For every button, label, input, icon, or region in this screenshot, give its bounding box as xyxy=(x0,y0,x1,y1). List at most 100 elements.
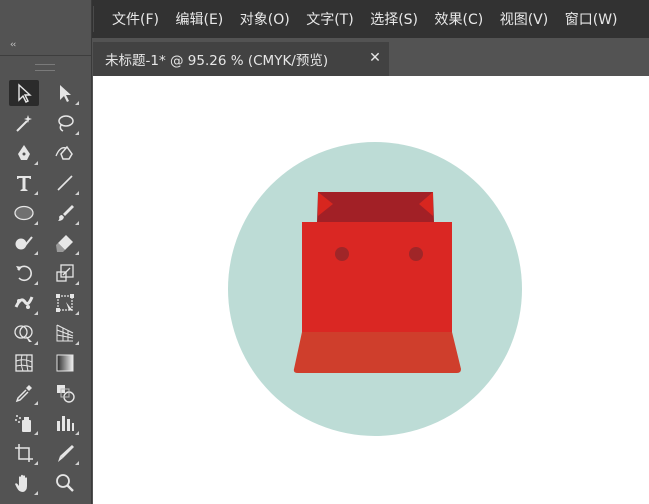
more-tools-indicator xyxy=(34,221,38,225)
scale-tool[interactable] xyxy=(50,260,80,286)
right-eye[interactable] xyxy=(409,247,423,261)
eraser-icon xyxy=(56,235,73,252)
bag-top-band[interactable] xyxy=(317,192,434,222)
panel-grip[interactable] xyxy=(35,64,55,71)
line-segment-tool[interactable] xyxy=(50,170,80,196)
rotate-tool[interactable] xyxy=(9,260,39,286)
artwork xyxy=(228,142,522,436)
direct-selection-arrow-icon xyxy=(60,85,71,102)
ellipse-icon xyxy=(14,205,34,221)
gradient-tool[interactable] xyxy=(50,350,80,376)
type-tool[interactable] xyxy=(9,170,39,196)
magic-wand-tool[interactable] xyxy=(9,110,39,136)
bag-base[interactable] xyxy=(293,332,461,373)
more-tools-indicator xyxy=(34,161,38,165)
menu-edit[interactable]: 编辑(E) xyxy=(175,9,223,29)
free-transform-icon xyxy=(56,294,74,312)
more-tools-indicator xyxy=(34,401,38,405)
paintbrush-tool[interactable] xyxy=(50,200,80,226)
mesh-icon xyxy=(15,354,33,372)
menu-view[interactable]: 视图(V) xyxy=(500,9,549,29)
paintbrush-icon xyxy=(58,205,74,221)
blend-icon xyxy=(57,385,75,403)
selection-arrow-icon xyxy=(18,83,32,103)
lasso-tool[interactable] xyxy=(50,110,80,136)
more-tools-indicator xyxy=(34,281,38,285)
line-segment-icon xyxy=(57,175,73,191)
eyedropper-tool[interactable] xyxy=(9,380,39,406)
selection-tool[interactable] xyxy=(9,80,39,106)
more-tools-indicator xyxy=(75,281,79,285)
shape-builder-icon xyxy=(14,325,33,342)
menu-window[interactable]: 窗口(W) xyxy=(565,9,618,29)
scale-icon xyxy=(56,264,74,282)
shaper-icon xyxy=(15,236,33,250)
type-t-icon xyxy=(17,176,31,191)
perspective-grid-icon xyxy=(56,324,74,342)
more-tools-indicator xyxy=(34,461,38,465)
menu-file[interactable]: 文件(F) xyxy=(112,9,159,29)
hand-tool[interactable] xyxy=(9,470,39,496)
column-graph-icon xyxy=(57,416,74,431)
panel-header-divider xyxy=(0,55,91,56)
left-eye[interactable] xyxy=(335,247,349,261)
bag-body[interactable] xyxy=(302,222,452,332)
shape-builder-tool[interactable] xyxy=(9,320,39,346)
blend-tool[interactable] xyxy=(50,380,80,406)
more-tools-indicator xyxy=(75,431,79,435)
zoom-magnifier-icon xyxy=(56,474,74,492)
more-tools-indicator xyxy=(34,311,38,315)
menu-divider xyxy=(93,6,94,32)
symbol-sprayer-tool[interactable] xyxy=(9,410,39,436)
symbol-sprayer-icon xyxy=(15,415,31,432)
more-tools-indicator xyxy=(34,491,38,495)
more-tools-indicator xyxy=(34,251,38,255)
more-tools-indicator xyxy=(75,101,79,105)
more-tools-indicator xyxy=(75,221,79,225)
more-tools-indicator xyxy=(34,341,38,345)
puppet-warp-tool[interactable] xyxy=(9,290,39,316)
perspective-grid-tool[interactable] xyxy=(50,320,80,346)
curvature-tool[interactable] xyxy=(50,140,80,166)
rotate-icon xyxy=(16,265,32,282)
document-tab-bar: 未标题-1* @ 95.26 % (CMYK/预览) ✕ xyxy=(93,38,649,76)
shaper-tool[interactable] xyxy=(9,230,39,256)
free-transform-tool[interactable] xyxy=(50,290,80,316)
menu-type[interactable]: 文字(T) xyxy=(306,9,353,29)
more-tools-indicator xyxy=(75,251,79,255)
more-tools-indicator xyxy=(34,431,38,435)
menu-object[interactable]: 对象(O) xyxy=(240,9,290,29)
more-tools-indicator xyxy=(34,191,38,195)
document-tab[interactable]: 未标题-1* @ 95.26 % (CMYK/预览) ✕ xyxy=(93,42,389,76)
more-tools-indicator xyxy=(75,341,79,345)
artboard-canvas[interactable] xyxy=(93,76,649,504)
menu-effect[interactable]: 效果(C) xyxy=(435,9,484,29)
slice-knife-icon xyxy=(58,445,74,462)
gradient-icon xyxy=(56,354,74,372)
slice-tool[interactable] xyxy=(50,440,80,466)
eyedropper-icon xyxy=(15,385,32,403)
ellipse-tool[interactable] xyxy=(9,200,39,226)
more-tools-indicator xyxy=(75,461,79,465)
lasso-icon xyxy=(58,115,74,132)
direct-selection-tool[interactable] xyxy=(50,80,80,106)
puppet-warp-icon xyxy=(14,296,34,309)
more-tools-indicator xyxy=(75,191,79,195)
collapse-panel-button[interactable]: ‹‹ xyxy=(10,40,16,50)
column-graph-tool[interactable] xyxy=(50,410,80,436)
curvature-pen-icon xyxy=(55,145,73,160)
zoom-tool[interactable] xyxy=(50,470,80,496)
menu-select[interactable]: 选择(S) xyxy=(370,9,418,29)
tools-panel: ‹‹ xyxy=(0,0,92,504)
magic-wand-icon xyxy=(16,115,32,132)
more-tools-indicator xyxy=(75,311,79,315)
mesh-tool[interactable] xyxy=(9,350,39,376)
artboard-tool[interactable] xyxy=(9,440,39,466)
document-tab-title: 未标题-1* @ 95.26 % (CMYK/预览) xyxy=(105,53,329,69)
menu-bar: Ai 文件(F) 编辑(E) 对象(O) 文字(T) 选择(S) 效果(C) 视… xyxy=(0,0,649,38)
pen-icon xyxy=(18,145,30,160)
pen-tool[interactable] xyxy=(9,140,39,166)
artboard-icon xyxy=(15,444,33,462)
eraser-tool[interactable] xyxy=(50,230,80,256)
close-tab-icon[interactable]: ✕ xyxy=(367,50,383,66)
